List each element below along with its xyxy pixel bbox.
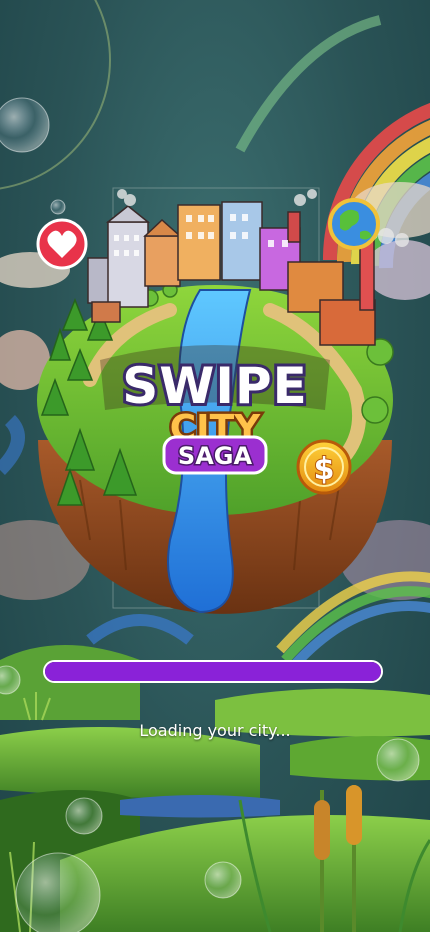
coin-symbol: $ bbox=[314, 452, 335, 487]
globe-icon bbox=[328, 198, 380, 250]
coin-icon: $ bbox=[296, 439, 352, 495]
loading-screen: SWIPE CITY SAGA $ Loading your city... bbox=[0, 0, 430, 932]
heart-icon bbox=[36, 218, 88, 270]
loading-progress-bar bbox=[43, 660, 383, 683]
background-scene: SWIPE CITY SAGA $ bbox=[0, 0, 430, 932]
logo-title-saga: SAGA bbox=[178, 442, 253, 470]
loading-progress-fill bbox=[45, 662, 381, 681]
logo-title-swipe: SWIPE bbox=[122, 357, 308, 415]
loading-message: Loading your city... bbox=[139, 721, 291, 740]
